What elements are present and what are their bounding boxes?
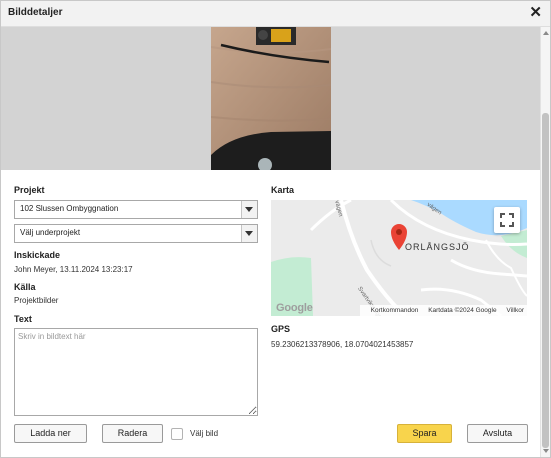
terms-link[interactable]: Villkor — [506, 307, 524, 314]
scroll-down-icon[interactable] — [543, 449, 549, 453]
subproject-select[interactable]: Välj underprojekt — [14, 224, 258, 243]
select-image-label: Välj bild — [190, 429, 219, 438]
map-view[interactable]: ORLÅNGSJÖ Svartviksvägen vägen vägen Goo… — [271, 200, 527, 316]
close-button[interactable]: Avsluta — [467, 424, 528, 443]
chevron-down-icon[interactable] — [241, 225, 257, 242]
gps-label: GPS — [271, 324, 291, 334]
image-preview-area — [1, 27, 541, 170]
text-label: Text — [14, 314, 32, 324]
dialog-titlebar: Bilddetaljer ✕ — [1, 1, 550, 27]
submitted-label: Inskickade — [14, 250, 61, 260]
photo-preview[interactable] — [211, 27, 331, 170]
close-icon[interactable]: ✕ — [529, 4, 542, 21]
select-image-checkbox[interactable] — [171, 428, 183, 440]
keyboard-shortcuts-link[interactable]: Kortkommandon — [371, 307, 419, 314]
dialog-title: Bilddetaljer — [8, 7, 63, 18]
google-logo: Google — [276, 302, 313, 314]
gps-value: 59.2306213378906, 18.0704021453857 — [271, 340, 414, 349]
scrollbar-thumb[interactable] — [542, 113, 549, 448]
save-button[interactable]: Spara — [397, 424, 452, 443]
map-place-label: ORLÅNGSJÖ — [405, 242, 470, 252]
project-label: Projekt — [14, 185, 45, 195]
project-select[interactable]: 102 Slussen Ombyggnation — [14, 200, 258, 219]
project-select-value: 102 Slussen Ombyggnation — [20, 204, 119, 213]
delete-button[interactable]: Radera — [102, 424, 163, 443]
source-label: Källa — [14, 282, 36, 292]
scrollbar[interactable] — [540, 27, 550, 457]
image-details-dialog: Bilddetaljer ✕ Projekt 102 Slussen Ombyg… — [0, 0, 551, 458]
fullscreen-icon[interactable] — [494, 207, 520, 233]
map-data-text: Kartdata ©2024 Google — [428, 307, 497, 314]
map-label: Karta — [271, 185, 295, 195]
download-button[interactable]: Ladda ner — [14, 424, 87, 443]
map-attribution: Kortkommandon Kartdata ©2024 Google Vill… — [359, 305, 527, 316]
chevron-down-icon[interactable] — [241, 201, 257, 218]
scroll-up-icon[interactable] — [543, 31, 549, 35]
subproject-select-value: Välj underprojekt — [20, 228, 81, 237]
caption-textarea[interactable] — [14, 328, 258, 416]
source-value: Projektbilder — [14, 296, 59, 305]
submitted-value: John Meyer, 13.11.2024 13:23:17 — [14, 265, 133, 274]
